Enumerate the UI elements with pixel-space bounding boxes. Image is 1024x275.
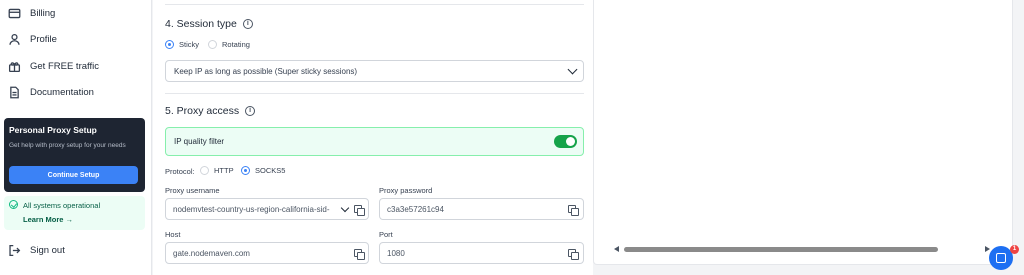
username-field[interactable]: nodemvtest-country-us-region-california-… (165, 198, 369, 220)
radio-socks5[interactable]: SOCKS5 (241, 166, 285, 175)
port-value: 1080 (387, 248, 405, 258)
arrow-right-icon: → (65, 215, 74, 224)
radio-label: Rotating (222, 40, 250, 49)
main-panel: 4. Session type i Sticky Rotating Keep I… (153, 0, 593, 275)
radio-sticky[interactable]: Sticky (165, 40, 199, 49)
radio-rotating[interactable]: Rotating (208, 40, 250, 49)
status-text: All systems operational (23, 201, 101, 210)
scroll-left-icon[interactable] (614, 246, 619, 252)
horizontal-scrollbar[interactable] (624, 247, 938, 252)
sidebar: Billing Profile Get FREE traffic Documen… (0, 0, 152, 275)
promo-title: Personal Proxy Setup (9, 125, 97, 135)
learn-more-link[interactable]: Learn More → (23, 215, 73, 224)
password-field[interactable]: c3a3e57261c94 (379, 198, 584, 220)
radio-dot-selected (165, 40, 174, 49)
session-duration-select[interactable]: Keep IP as long as possible (Super stick… (165, 60, 584, 82)
session-title: 4. Session type (165, 18, 237, 30)
sidebar-item-billing[interactable]: Billing (8, 2, 55, 24)
copy-icon[interactable] (354, 249, 365, 260)
scroll-right-icon[interactable] (985, 246, 990, 252)
gift-icon (8, 61, 21, 72)
info-icon[interactable]: i (245, 106, 256, 116)
ip-quality-filter: IP quality filter (165, 127, 584, 156)
sidebar-item-free-traffic[interactable]: Get FREE traffic (8, 55, 99, 77)
system-status: All systems operational Learn More → (4, 196, 145, 230)
document-icon (10, 86, 19, 98)
host-label: Host (165, 230, 181, 239)
copy-icon[interactable] (354, 205, 365, 216)
sign-out-label: Sign out (30, 244, 65, 256)
section-title-session: 4. Session type i (165, 18, 253, 30)
sidebar-item-documentation[interactable]: Documentation (8, 81, 94, 103)
radio-dot (200, 166, 209, 175)
chat-icon (996, 253, 1006, 263)
copy-icon[interactable] (568, 205, 579, 216)
password-label: Proxy password (379, 186, 433, 195)
notification-badge: 1 (1010, 245, 1019, 254)
sign-out-icon (9, 244, 21, 256)
user-icon (9, 33, 20, 45)
ip-quality-filter-label: IP quality filter (174, 137, 225, 146)
select-value: Keep IP as long as possible (Super stick… (174, 66, 358, 76)
radio-dot (208, 40, 217, 49)
sidebar-item-label: Documentation (30, 86, 94, 98)
right-panel (593, 0, 1013, 265)
divider (165, 93, 584, 94)
username-label: Proxy username (165, 186, 220, 195)
protocol-label: Protocol: (165, 167, 195, 176)
section-title-proxy: 5. Proxy access i (165, 105, 256, 117)
password-value: c3a3e57261c94 (387, 204, 444, 214)
sidebar-item-label: Get FREE traffic (30, 60, 99, 72)
radio-http[interactable]: HTTP (200, 166, 234, 175)
username-value: nodemvtest-country-us-region-california-… (173, 204, 330, 214)
copy-icon[interactable] (568, 249, 579, 260)
learn-more-label: Learn More (23, 215, 64, 224)
proxy-title: 5. Proxy access (165, 105, 240, 117)
setup-promo-card: Personal Proxy Setup Get help with proxy… (4, 118, 145, 192)
card-icon (8, 8, 21, 18)
radio-label: Sticky (179, 40, 200, 49)
divider (165, 4, 584, 5)
host-field[interactable]: gate.nodemaven.com (165, 242, 369, 264)
continue-setup-button[interactable]: Continue Setup (9, 166, 138, 184)
port-field[interactable]: 1080 (379, 242, 584, 264)
host-value: gate.nodemaven.com (173, 248, 250, 258)
chevron-down-icon (567, 64, 578, 75)
radio-label: SOCKS5 (255, 166, 286, 175)
sidebar-item-profile[interactable]: Profile (8, 28, 57, 50)
radio-dot-selected (241, 166, 250, 175)
info-icon[interactable]: i (242, 19, 253, 29)
sign-out-button[interactable]: Sign out (8, 239, 65, 261)
radio-label: HTTP (214, 166, 234, 175)
ip-quality-toggle[interactable] (554, 135, 577, 148)
promo-description: Get help with proxy setup for your needs (9, 142, 126, 149)
port-label: Port (379, 230, 393, 239)
sidebar-item-label: Profile (30, 33, 57, 45)
sidebar-item-label: Billing (30, 7, 56, 19)
check-circle-icon (9, 200, 18, 209)
